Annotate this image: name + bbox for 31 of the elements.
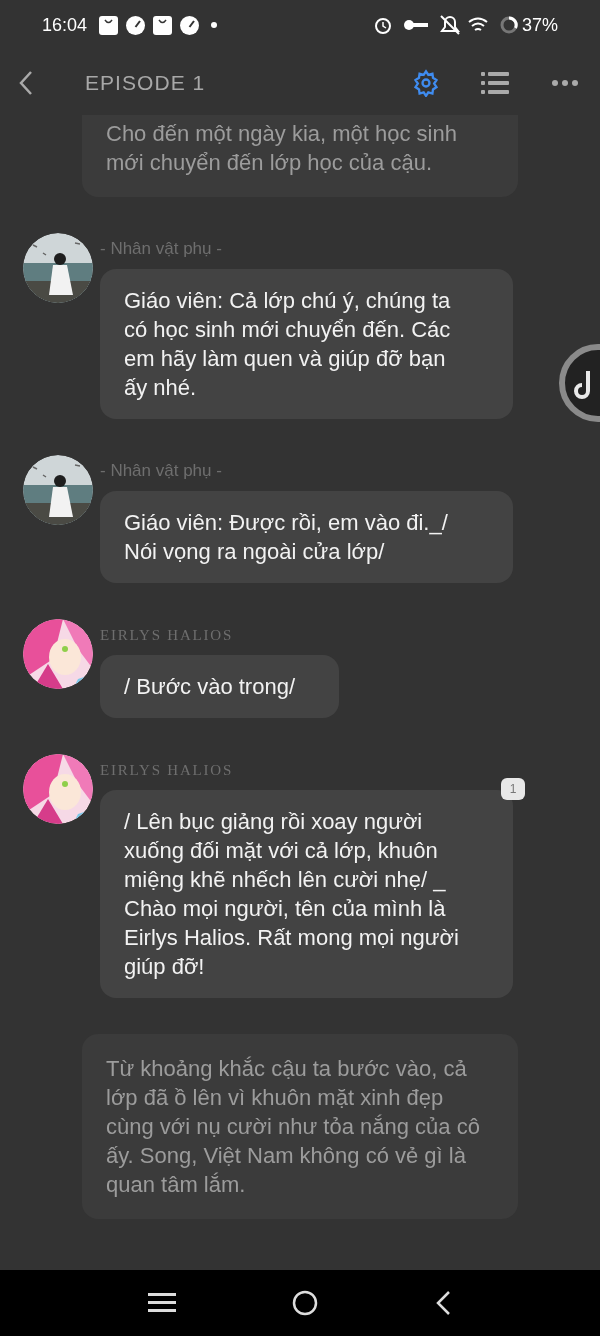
speaker-name: EIRLYS HALIOS bbox=[100, 761, 235, 780]
back-nav-button[interactable] bbox=[434, 1290, 453, 1316]
muted-bell-icon bbox=[439, 15, 460, 35]
alarm-icon bbox=[373, 16, 392, 34]
dialogue-bubble: Giáo viên: Cả lớp chú ý, chúng ta có học sinh mới chuyển đến. Các em hãy làm quen và giúp đỡ bạn ấy nhé. bbox=[100, 269, 513, 419]
dialogue-bubble: / Lên bục giảng rồi xoay người xuống đối mặt với cả lớp, khuôn miệng khẽ nhếch lên cười nhẹ/ _ Chào mọi người, tên của mình là Eirlys Halios. Rất mong mọi người giúp đỡ! bbox=[100, 790, 513, 998]
more-button[interactable] bbox=[551, 77, 579, 88]
status-time: 16:04 bbox=[42, 13, 88, 37]
dialogue-bubble: Giáo viên: Được rồi, em vào đi._/ Nói vọng ra ngoài cửa lớp/ bbox=[100, 491, 513, 583]
comment-count-badge[interactable]: 1 bbox=[501, 778, 525, 800]
gauge-icon bbox=[180, 15, 200, 35]
gauge-icon bbox=[126, 15, 146, 35]
settings-button[interactable] bbox=[411, 67, 441, 98]
episode-title: EPISODE 1 bbox=[85, 69, 206, 96]
home-nav-button[interactable] bbox=[291, 1289, 319, 1317]
dialogue-bubble: / Bước vào trong/ bbox=[100, 655, 339, 718]
shopping-bag-icon bbox=[153, 15, 173, 35]
battery-level: 37% bbox=[521, 13, 558, 37]
speaker-name: - Nhân vật phụ - bbox=[100, 238, 223, 260]
narration-text: Cho đến một ngày kia, một học sinh mới chuyển đến lớp học của cậu. bbox=[82, 115, 518, 197]
shopping-bag-icon bbox=[99, 15, 119, 35]
wifi-icon bbox=[467, 17, 488, 33]
floating-bubble-icon[interactable] bbox=[558, 343, 600, 423]
narration-text: Từ khoảng khắc cậu ta bước vào, cả lớp đã ồ lên vì khuôn mặt xinh đẹp cùng với nụ cười như tỏa nắng của cô ấy. Song, Việt Nam không có vẻ gì là quan tâm lắm. bbox=[82, 1034, 518, 1219]
battery-icon bbox=[499, 16, 518, 34]
speaker-name: - Nhân vật phụ - bbox=[100, 460, 223, 482]
list-button[interactable] bbox=[481, 69, 509, 96]
menu-nav-button[interactable] bbox=[147, 1292, 176, 1314]
dot-icon bbox=[211, 22, 218, 28]
speaker-name: EIRLYS HALIOS bbox=[100, 626, 235, 645]
key-icon bbox=[403, 19, 428, 31]
